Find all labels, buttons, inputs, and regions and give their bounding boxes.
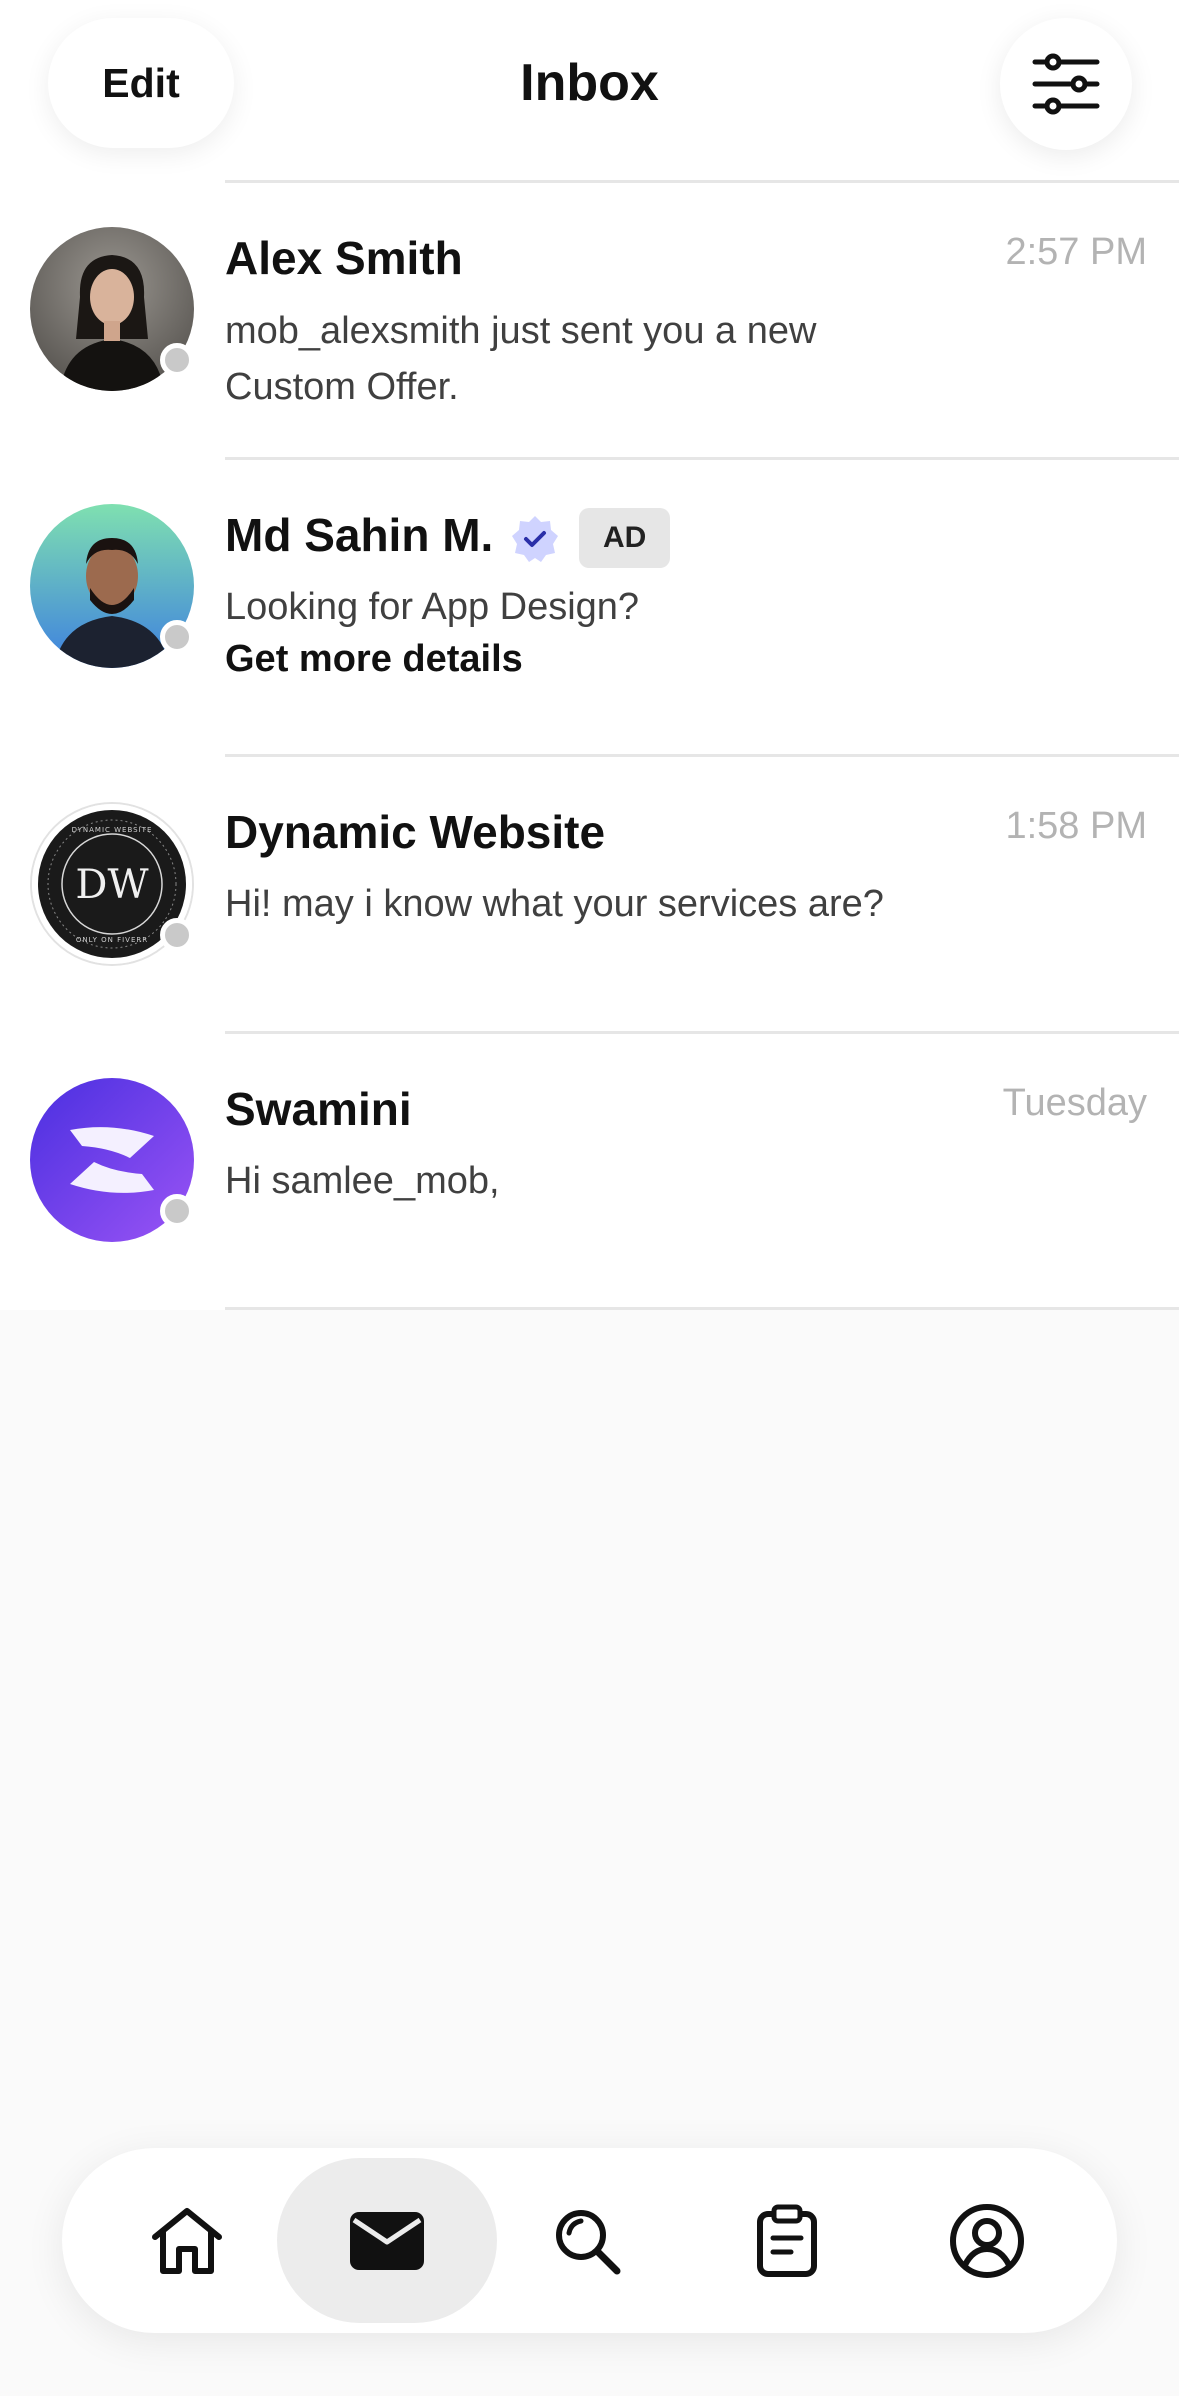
message-time: 2:57 PM: [1005, 231, 1147, 273]
filter-button[interactable]: [1000, 18, 1132, 150]
bottom-nav: [62, 2148, 1117, 2333]
ad-badge: AD: [579, 508, 671, 568]
message-time: Tuesday: [1002, 1082, 1147, 1124]
verified-badge-icon: [512, 516, 558, 562]
message-preview: Looking for App Design?: [225, 586, 640, 628]
avatar: [30, 227, 194, 391]
conversation-row[interactable]: DW DYNAMIC WEBSITE ONLY ON FIVERR Dynami…: [0, 757, 1179, 1032]
divider: [225, 1307, 1179, 1310]
clipboard-icon: [757, 2204, 817, 2277]
dw-initials: DW: [75, 862, 148, 908]
avatar: [30, 504, 194, 668]
nav-profile[interactable]: [877, 2158, 1097, 2323]
conversation-row[interactable]: Alex Smith 2:57 PM mob_alexsmith just se…: [0, 183, 1179, 458]
header: Edit Inbox: [0, 0, 1179, 180]
status-dot: [160, 343, 194, 377]
dw-ring-text: DYNAMIC WEBSITE: [72, 826, 153, 834]
nav-home[interactable]: [77, 2158, 297, 2323]
nav-orders[interactable]: [677, 2158, 897, 2323]
nav-search[interactable]: [477, 2158, 697, 2323]
edit-button[interactable]: Edit: [48, 18, 234, 148]
conversation-row-ad[interactable]: Md Sahin M. AD Looking for App Design? G…: [0, 460, 1179, 755]
contact-name: Md Sahin M.: [225, 509, 494, 561]
avatar: [30, 1078, 194, 1242]
conversation-list: Alex Smith 2:57 PM mob_alexsmith just se…: [0, 180, 1179, 1310]
search-icon: [556, 2209, 621, 2274]
home-icon: [152, 2207, 222, 2274]
profile-icon: [950, 2203, 1024, 2278]
dw-ring-text-bottom: ONLY ON FIVERR: [76, 936, 148, 944]
message-time: 1:58 PM: [1005, 805, 1147, 847]
nav-inbox[interactable]: [277, 2158, 497, 2323]
avatar: DW DYNAMIC WEBSITE ONLY ON FIVERR: [30, 802, 194, 966]
sliders-icon: [1032, 53, 1100, 115]
mail-icon: [350, 2211, 424, 2270]
status-dot: [160, 1194, 194, 1228]
contact-name: Dynamic Website: [225, 806, 606, 858]
message-preview: mob_alexsmith just sent you a new Custom…: [225, 310, 817, 408]
edit-label: Edit: [102, 59, 180, 106]
status-dot: [160, 918, 194, 952]
message-preview: Hi samlee_mob,: [225, 1160, 500, 1202]
get-more-details-link[interactable]: Get more details: [225, 638, 523, 681]
conversation-row[interactable]: Swamini Tuesday Hi samlee_mob,: [0, 1034, 1179, 1310]
message-preview: Hi! may i know what your services are?: [225, 883, 884, 925]
contact-name: Alex Smith: [225, 232, 463, 284]
status-dot: [160, 620, 194, 654]
contact-name: Swamini: [225, 1083, 412, 1135]
